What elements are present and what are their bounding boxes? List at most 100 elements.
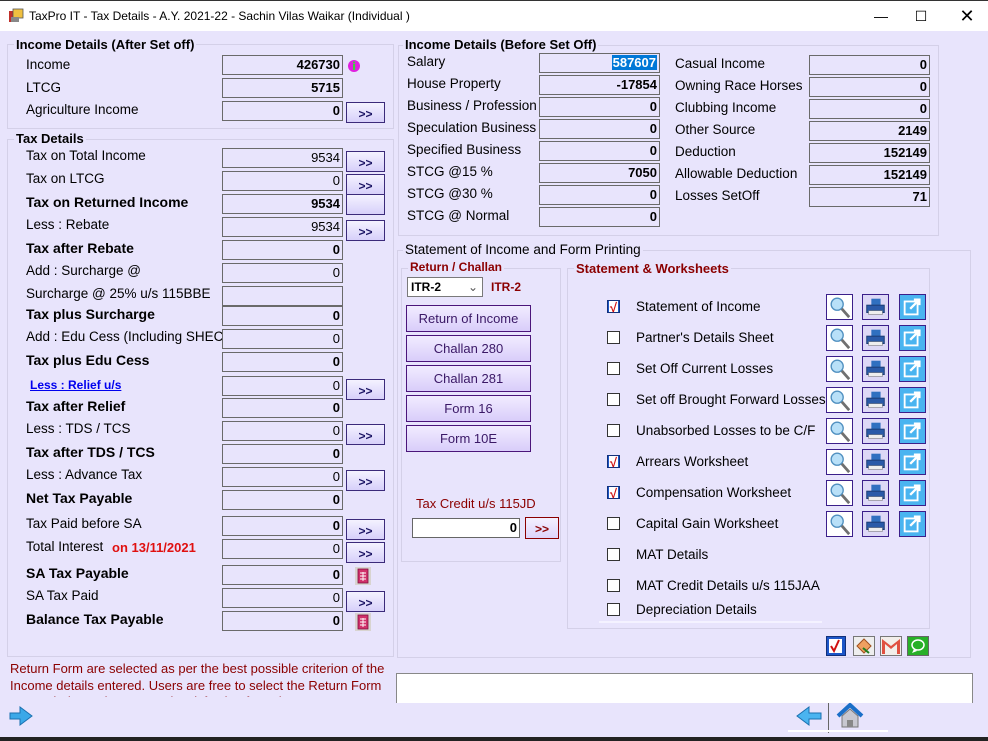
- sa-tax-payable-field[interactable]: 0: [222, 565, 343, 585]
- house-property-field[interactable]: -17854: [539, 75, 660, 95]
- advance-tax-more-button[interactable]: >>: [346, 470, 385, 491]
- maximize-button[interactable]: ☐: [898, 1, 944, 31]
- set-off-brought-forward-losses-export-icon[interactable]: [899, 387, 926, 413]
- tax-on-total-income-more-button[interactable]: >>: [346, 151, 385, 172]
- return-of-income-button[interactable]: Return of Income: [406, 305, 531, 332]
- tax-credit-more-button[interactable]: >>: [525, 517, 559, 539]
- tax-on-total-income-field[interactable]: 9534: [222, 148, 343, 168]
- unabsorbed-losses-to-be-c-f-checkbox[interactable]: [607, 424, 620, 437]
- compensation-worksheet-checkbox[interactable]: [607, 486, 620, 499]
- relief-link[interactable]: Less : Relief u/s: [30, 378, 121, 392]
- compensation-worksheet-print-icon[interactable]: [862, 480, 889, 506]
- advance-tax-field[interactable]: 0: [222, 467, 343, 487]
- form-select[interactable]: ITR-2 ⌄: [407, 277, 483, 297]
- statement-of-income-export-icon[interactable]: [899, 294, 926, 320]
- deduction-field[interactable]: 152149: [809, 143, 930, 163]
- specified-business-field[interactable]: 0: [539, 141, 660, 161]
- allowable-deduction-field[interactable]: 152149: [809, 165, 930, 185]
- depreciation-details-checkbox[interactable]: [607, 603, 620, 616]
- tds-tcs-more-button[interactable]: >>: [346, 424, 385, 445]
- owning-race-horses-field[interactable]: 0: [809, 77, 930, 97]
- set-off-brought-forward-losses-view-icon[interactable]: [826, 387, 853, 413]
- stcg-normal-field[interactable]: 0: [539, 207, 660, 227]
- income-field[interactable]: 426730: [222, 55, 343, 75]
- salary-field[interactable]: 587607: [539, 53, 660, 73]
- tax-on-ltcg-more-button[interactable]: >>: [346, 174, 385, 195]
- tax-after-relief-field[interactable]: 0: [222, 398, 343, 418]
- capital-gain-worksheet-export-icon[interactable]: [899, 511, 926, 537]
- business-profession-field[interactable]: 0: [539, 97, 660, 117]
- arrears-worksheet-checkbox[interactable]: [607, 455, 620, 468]
- set-off-current-losses-print-icon[interactable]: [862, 356, 889, 382]
- tax-on-returned-income-field[interactable]: 9534: [222, 194, 343, 214]
- set-off-brought-forward-losses-print-icon[interactable]: [862, 387, 889, 413]
- stcg-15-field[interactable]: 7050: [539, 163, 660, 183]
- sa-tax-paid-more-button[interactable]: >>: [346, 591, 385, 612]
- compensation-worksheet-view-icon[interactable]: [826, 480, 853, 506]
- other-source-field[interactable]: 2149: [809, 121, 930, 141]
- speculation-business-field[interactable]: 0: [539, 119, 660, 139]
- statement-of-income-print-icon[interactable]: [862, 294, 889, 320]
- capital-gain-worksheet-print-icon[interactable]: [862, 511, 889, 537]
- challan-280-button[interactable]: Challan 280: [406, 335, 531, 362]
- mat-details-checkbox[interactable]: [607, 548, 620, 561]
- document-report-icon[interactable]: [355, 613, 371, 631]
- statement-of-income-checkbox[interactable]: [607, 300, 620, 313]
- document-report-icon[interactable]: [355, 567, 371, 585]
- arrears-worksheet-print-icon[interactable]: [862, 449, 889, 475]
- unabsorbed-losses-to-be-c-f-export-icon[interactable]: [899, 418, 926, 444]
- ltcg-field[interactable]: 5715: [222, 78, 343, 98]
- surcharge-field[interactable]: 0: [222, 263, 343, 283]
- message-box[interactable]: [396, 673, 973, 703]
- stcg-30-field[interactable]: 0: [539, 185, 660, 205]
- back-arrow-icon[interactable]: [795, 705, 823, 727]
- next-arrow-icon[interactable]: [8, 705, 34, 727]
- clubbing-income-field[interactable]: 0: [809, 99, 930, 119]
- whatsapp-icon[interactable]: [907, 636, 929, 656]
- tax-credit-input[interactable]: 0: [412, 518, 520, 538]
- tax-plus-edu-cess-field[interactable]: 0: [222, 352, 343, 372]
- rebate-field[interactable]: 9534: [222, 217, 343, 237]
- set-off-current-losses-checkbox[interactable]: [607, 362, 620, 375]
- unabsorbed-losses-to-be-c-f-print-icon[interactable]: [862, 418, 889, 444]
- capital-gain-worksheet-view-icon[interactable]: [826, 511, 853, 537]
- tax-on-ltcg-field[interactable]: 0: [222, 171, 343, 191]
- challan-281-button[interactable]: Challan 281: [406, 365, 531, 392]
- tax-paid-before-sa-field[interactable]: 0: [222, 516, 343, 536]
- tax-after-rebate-field[interactable]: 0: [222, 240, 343, 260]
- checklist-icon[interactable]: [826, 636, 846, 656]
- rebate-more-button[interactable]: >>: [346, 220, 385, 241]
- mat-credit-details-u-s-115jaa-checkbox[interactable]: [607, 579, 620, 592]
- edit-export-icon[interactable]: [853, 636, 875, 656]
- tax-after-tds-tcs-field[interactable]: 0: [222, 444, 343, 464]
- total-interest-field[interactable]: 0: [222, 539, 343, 559]
- form-16-button[interactable]: Form 16: [406, 395, 531, 422]
- form-10e-button[interactable]: Form 10E: [406, 425, 531, 452]
- set-off-current-losses-view-icon[interactable]: [826, 356, 853, 382]
- losses-setoff-field[interactable]: 71: [809, 187, 930, 207]
- sa-tax-paid-field[interactable]: 0: [222, 588, 343, 608]
- agriculture-income-field[interactable]: 0: [222, 101, 343, 121]
- tax-on-returned-income-more-button[interactable]: [346, 194, 385, 215]
- tax-plus-surcharge-field[interactable]: 0: [222, 306, 343, 326]
- tax-paid-before-sa-more-button[interactable]: >>: [346, 519, 385, 540]
- unabsorbed-losses-to-be-c-f-view-icon[interactable]: [826, 418, 853, 444]
- capital-gain-worksheet-checkbox[interactable]: [607, 517, 620, 530]
- set-off-brought-forward-losses-checkbox[interactable]: [607, 393, 620, 406]
- casual-income-field[interactable]: 0: [809, 55, 930, 75]
- balance-tax-payable-field[interactable]: 0: [222, 611, 343, 631]
- partner-s-details-sheet-export-icon[interactable]: [899, 325, 926, 351]
- compensation-worksheet-export-icon[interactable]: [899, 480, 926, 506]
- partner-s-details-sheet-checkbox[interactable]: [607, 331, 620, 344]
- info-icon[interactable]: [347, 59, 361, 73]
- close-button[interactable]: ✕: [944, 1, 988, 31]
- total-interest-more-button[interactable]: >>: [346, 542, 385, 563]
- tds-tcs-field[interactable]: 0: [222, 421, 343, 441]
- agriculture-income-more-button[interactable]: >>: [346, 102, 385, 123]
- gmail-icon[interactable]: [880, 636, 902, 656]
- home-icon[interactable]: [835, 702, 865, 730]
- net-tax-payable-field[interactable]: 0: [222, 490, 343, 510]
- partner-s-details-sheet-view-icon[interactable]: [826, 325, 853, 351]
- partner-s-details-sheet-print-icon[interactable]: [862, 325, 889, 351]
- surcharge-115bbe-field[interactable]: [222, 286, 343, 306]
